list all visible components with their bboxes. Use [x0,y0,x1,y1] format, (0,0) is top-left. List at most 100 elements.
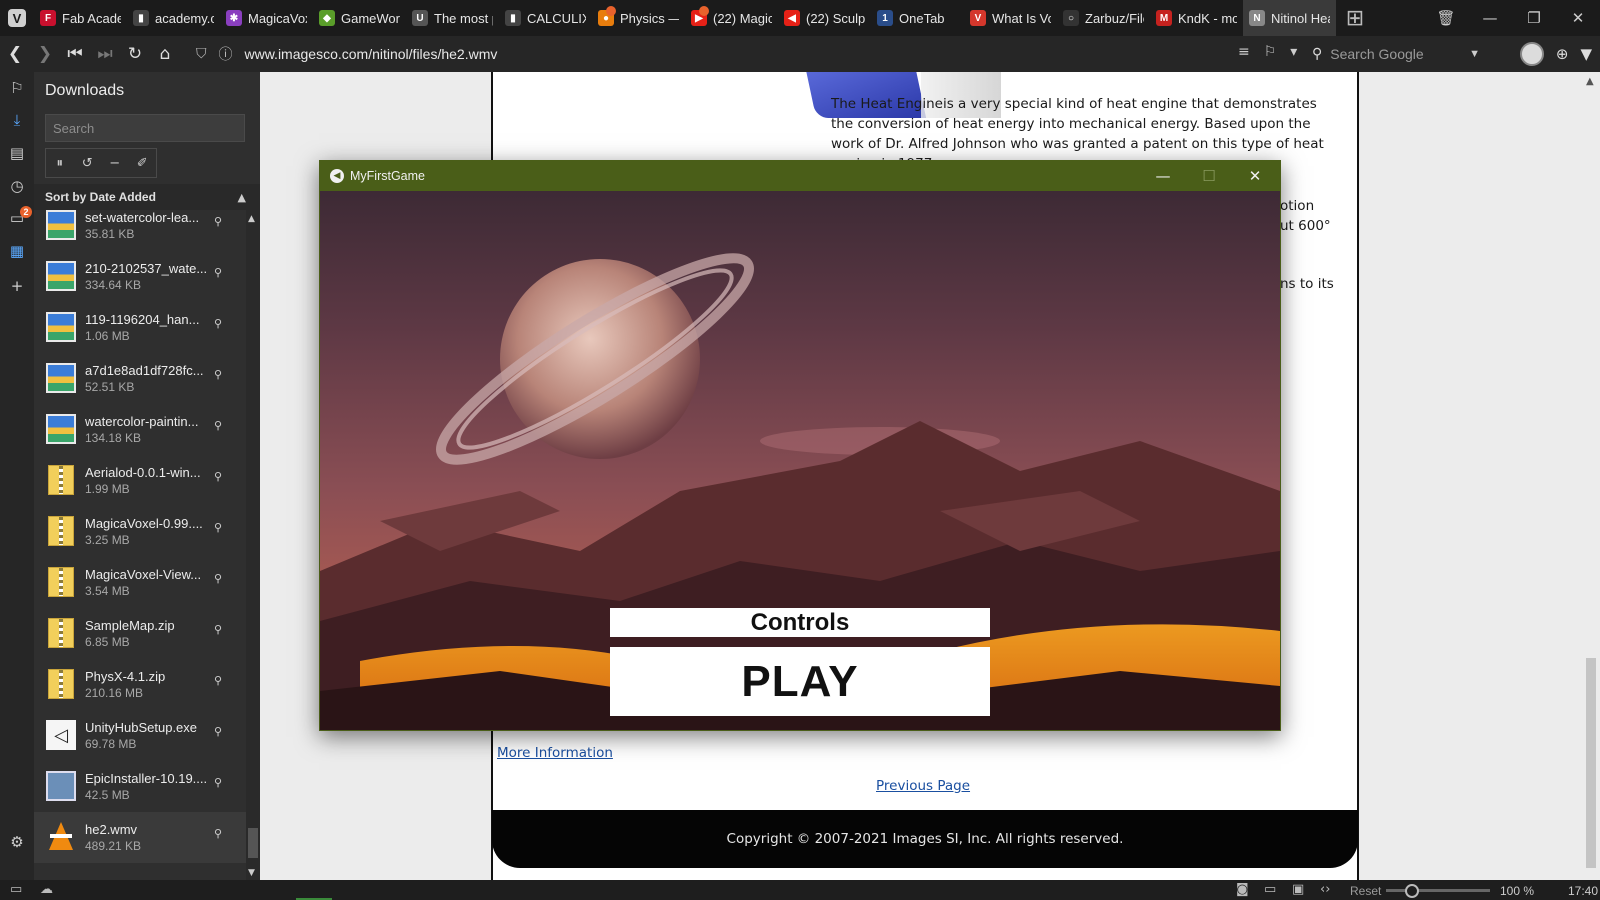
reload-button[interactable]: ↻ [120,36,150,72]
download-item[interactable]: EpicInstaller-10.19.... 42.5 MB ⚲ [34,761,246,812]
browser-tab[interactable]: U The most p [406,0,499,36]
show-in-folder-icon[interactable]: ⚲ [214,674,222,687]
game-minimize-button[interactable]: — [1140,161,1186,191]
scroll-down-icon[interactable]: ▼ [248,868,255,878]
new-tab-button[interactable]: ⊞ [1336,0,1374,36]
url-field[interactable]: ⛉ ⓘ www.imagesco.com/nitinol/files/he2.w… [196,40,1278,68]
clear-icon[interactable]: ✐ [129,149,157,177]
forward-button[interactable]: ❯ [30,36,60,72]
browser-tab[interactable]: M KndK - mol [1150,0,1243,36]
settings-gear-icon[interactable]: ⚙ [0,830,34,854]
controls-button[interactable]: Controls [610,608,990,637]
sort-header[interactable]: Sort by Date Added ▲ [34,184,260,210]
download-item[interactable]: he2.wmv 489.21 KB ⚲ [34,812,246,863]
window-restore-button[interactable]: ❐ [1512,0,1556,36]
extension-shield-icon[interactable]: ▼ [1580,45,1592,63]
previous-page-link[interactable]: Previous Page [876,778,970,794]
show-in-folder-icon[interactable]: ⚲ [214,725,222,738]
download-item[interactable]: MagicaVoxel-View... 3.54 MB ⚲ [34,557,246,608]
vivaldi-menu-button[interactable]: V [0,0,34,36]
page-scroll-thumb[interactable] [1586,658,1596,868]
browser-tab[interactable]: ▶(22) Magica [685,0,778,36]
download-item[interactable]: 119-1196204_han... 1.06 MB ⚲ [34,302,246,353]
fast-forward-button[interactable]: ⏭ [90,36,120,72]
pause-icon[interactable]: ⏸ [46,149,74,177]
rewind-button[interactable]: ⏮ [60,36,90,72]
show-in-folder-icon[interactable]: ⚲ [214,470,222,483]
bookmark-icon[interactable]: ⚐ [1264,44,1277,60]
web-panel-icon[interactable]: ▦ [0,239,34,263]
download-item[interactable]: a7d1e8ad1df728fc... 52.51 KB ⚲ [34,353,246,404]
show-in-folder-icon[interactable]: ⚲ [214,215,222,228]
browser-tab[interactable]: ◆ GameWork [313,0,406,36]
scroll-up-icon[interactable]: ▲ [1586,76,1594,87]
show-in-folder-icon[interactable]: ⚲ [214,266,222,279]
capture-icon[interactable]: ◙ [1236,882,1249,897]
browser-tab[interactable]: 1 OneTab [871,0,964,36]
download-item[interactable]: Aerialod-0.0.1-win... 1.99 MB ⚲ [34,455,246,506]
trash-icon[interactable]: 🗑 [1424,0,1468,36]
history-panel-icon[interactable]: ◷ [0,174,34,198]
zoom-slider-knob[interactable] [1405,884,1419,898]
remove-icon[interactable]: − [101,149,129,177]
home-button[interactable]: ⌂ [150,36,180,72]
show-in-folder-icon[interactable]: ⚲ [214,572,222,585]
retry-icon[interactable]: ↺ [74,149,102,177]
browser-tab[interactable]: ○ Zarbuz/File [1057,0,1150,36]
downloads-scrollbar[interactable]: ▲ ▼ [246,210,260,880]
downloads-panel-icon[interactable]: ⤓ [0,108,34,132]
profile-avatar[interactable] [1519,42,1544,66]
browser-tab[interactable]: ▮ CALCULIX: / [499,0,592,36]
more-information-link[interactable]: More Information [497,745,613,761]
browser-tab[interactable]: F Fab Acader [34,0,127,36]
game-titlebar[interactable]: ◀ MyFirstGame — ☐ ✕ [320,161,1280,191]
scroll-thumb[interactable] [248,828,258,858]
sync-cloud-icon[interactable]: ☁ [40,882,53,897]
history-dropdown-icon[interactable]: ▾ [1290,44,1297,60]
images-icon[interactable]: ▣ [1292,882,1304,897]
download-item[interactable]: 210-2102537_wate... 334.64 KB ⚲ [34,251,246,302]
show-in-folder-icon[interactable]: ⚲ [214,419,222,432]
download-item[interactable]: MagicaVoxel-0.99.... 3.25 MB ⚲ [34,506,246,557]
tiling-icon[interactable]: ▭ [1264,882,1276,897]
download-item[interactable]: SampleMap.zip 6.85 MB ⚲ [34,608,246,659]
show-in-folder-icon[interactable]: ⚲ [214,623,222,636]
back-button[interactable]: ❮ [0,36,30,72]
show-in-folder-icon[interactable]: ⚲ [214,317,222,330]
notes-panel-icon[interactable]: ▤ [0,141,34,165]
browser-tab[interactable]: ●Physics — F [592,0,685,36]
play-button[interactable]: PLAY [610,647,990,716]
extension-add-icon[interactable]: ⊕ [1556,45,1569,63]
downloads-search-input[interactable]: Search [45,114,245,142]
search-engine-dropdown-icon[interactable]: ▼ [1469,48,1480,60]
browser-tab[interactable]: N Nitinol Hea [1243,0,1336,36]
download-item[interactable]: set-watercolor-lea... 35.81 KB ⚲ [34,210,246,251]
bookmarks-panel-icon[interactable]: ⚐ [0,76,34,100]
download-item[interactable]: ◁ UnityHubSetup.exe 69.78 MB ⚲ [34,710,246,761]
browser-tab[interactable]: ▮ academy.cl [127,0,220,36]
show-in-folder-icon[interactable]: ⚲ [214,521,222,534]
show-in-folder-icon[interactable]: ⚲ [214,827,222,840]
page-actions-icon[interactable]: ‹› [1320,882,1330,897]
game-maximize-button[interactable]: ☐ [1186,161,1232,191]
add-panel-icon[interactable]: + [0,274,34,298]
shield-icon[interactable]: ⛉ [196,46,207,62]
reader-view-icon[interactable]: ≡ [1238,44,1250,60]
scroll-up-icon[interactable]: ▲ [248,214,255,224]
panel-toggle-icon[interactable]: ▭ [10,882,22,897]
browser-tab[interactable]: ✱ MagicaVox [220,0,313,36]
download-item[interactable]: PhysX-4.1.zip 210.16 MB ⚲ [34,659,246,710]
show-in-folder-icon[interactable]: ⚲ [214,368,222,381]
page-scrollbar[interactable]: ▲ [1582,72,1600,880]
browser-tab[interactable]: ◀ (22) Sculpti [778,0,871,36]
search-field[interactable]: ⚲ Search Google ▼ [1312,40,1484,68]
window-minimize-button[interactable]: — [1468,0,1512,36]
game-close-button[interactable]: ✕ [1232,161,1278,191]
show-in-folder-icon[interactable]: ⚲ [214,776,222,789]
zoom-reset-button[interactable]: Reset [1350,884,1381,898]
browser-tab[interactable]: V What Is Vox [964,0,1057,36]
download-item[interactable]: watercolor-paintin... 134.18 KB ⚲ [34,404,246,455]
info-icon[interactable]: ⓘ [219,44,233,64]
zoom-slider[interactable] [1386,884,1490,898]
window-close-button[interactable]: ✕ [1556,0,1600,36]
